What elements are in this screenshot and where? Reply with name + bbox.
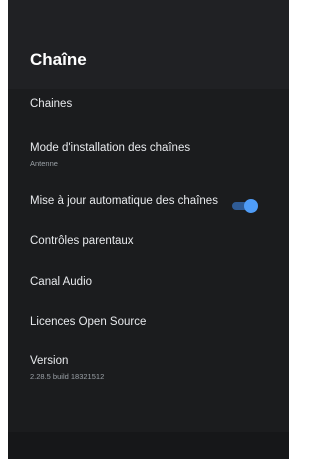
menu-item-label: Chaines	[30, 98, 73, 110]
menu-item-label: Mode d'installation des chaînes	[30, 142, 191, 154]
menu-item-open-source-licenses[interactable]: Licences Open Source	[30, 316, 279, 328]
auto-update-toggle[interactable]	[232, 199, 260, 213]
menu-item-audio-channel[interactable]: Canal Audio	[30, 276, 279, 288]
menu-item-label: Licences Open Source	[30, 316, 147, 328]
menu-item-value: Antenne	[30, 159, 58, 168]
menu-item-auto-update[interactable]: Mise à jour automatique des chaînes	[30, 195, 279, 213]
menu-item-label: Canal Audio	[30, 276, 93, 288]
menu-item-label: Version	[30, 355, 69, 367]
menu-item-version[interactable]: Version 2.28.5 build 18321512	[30, 355, 279, 381]
menu-item-label: Contrôles parentaux	[30, 235, 134, 247]
bottom-bar	[8, 432, 289, 459]
menu-item-channels[interactable]: Chaines	[30, 98, 279, 110]
menu-item-install-mode[interactable]: Mode d'installation des chaînes Antenne	[30, 142, 279, 168]
settings-panel: Chaîne Chaines Mode d'installation des c…	[8, 0, 289, 459]
menu-item-parental-controls[interactable]: Contrôles parentaux	[30, 235, 279, 247]
page-title: Chaîne	[30, 50, 87, 69]
panel-header: Chaîne	[8, 0, 289, 89]
toggle-knob	[244, 199, 258, 213]
menu-item-value: 2.28.5 build 18321512	[30, 372, 105, 381]
